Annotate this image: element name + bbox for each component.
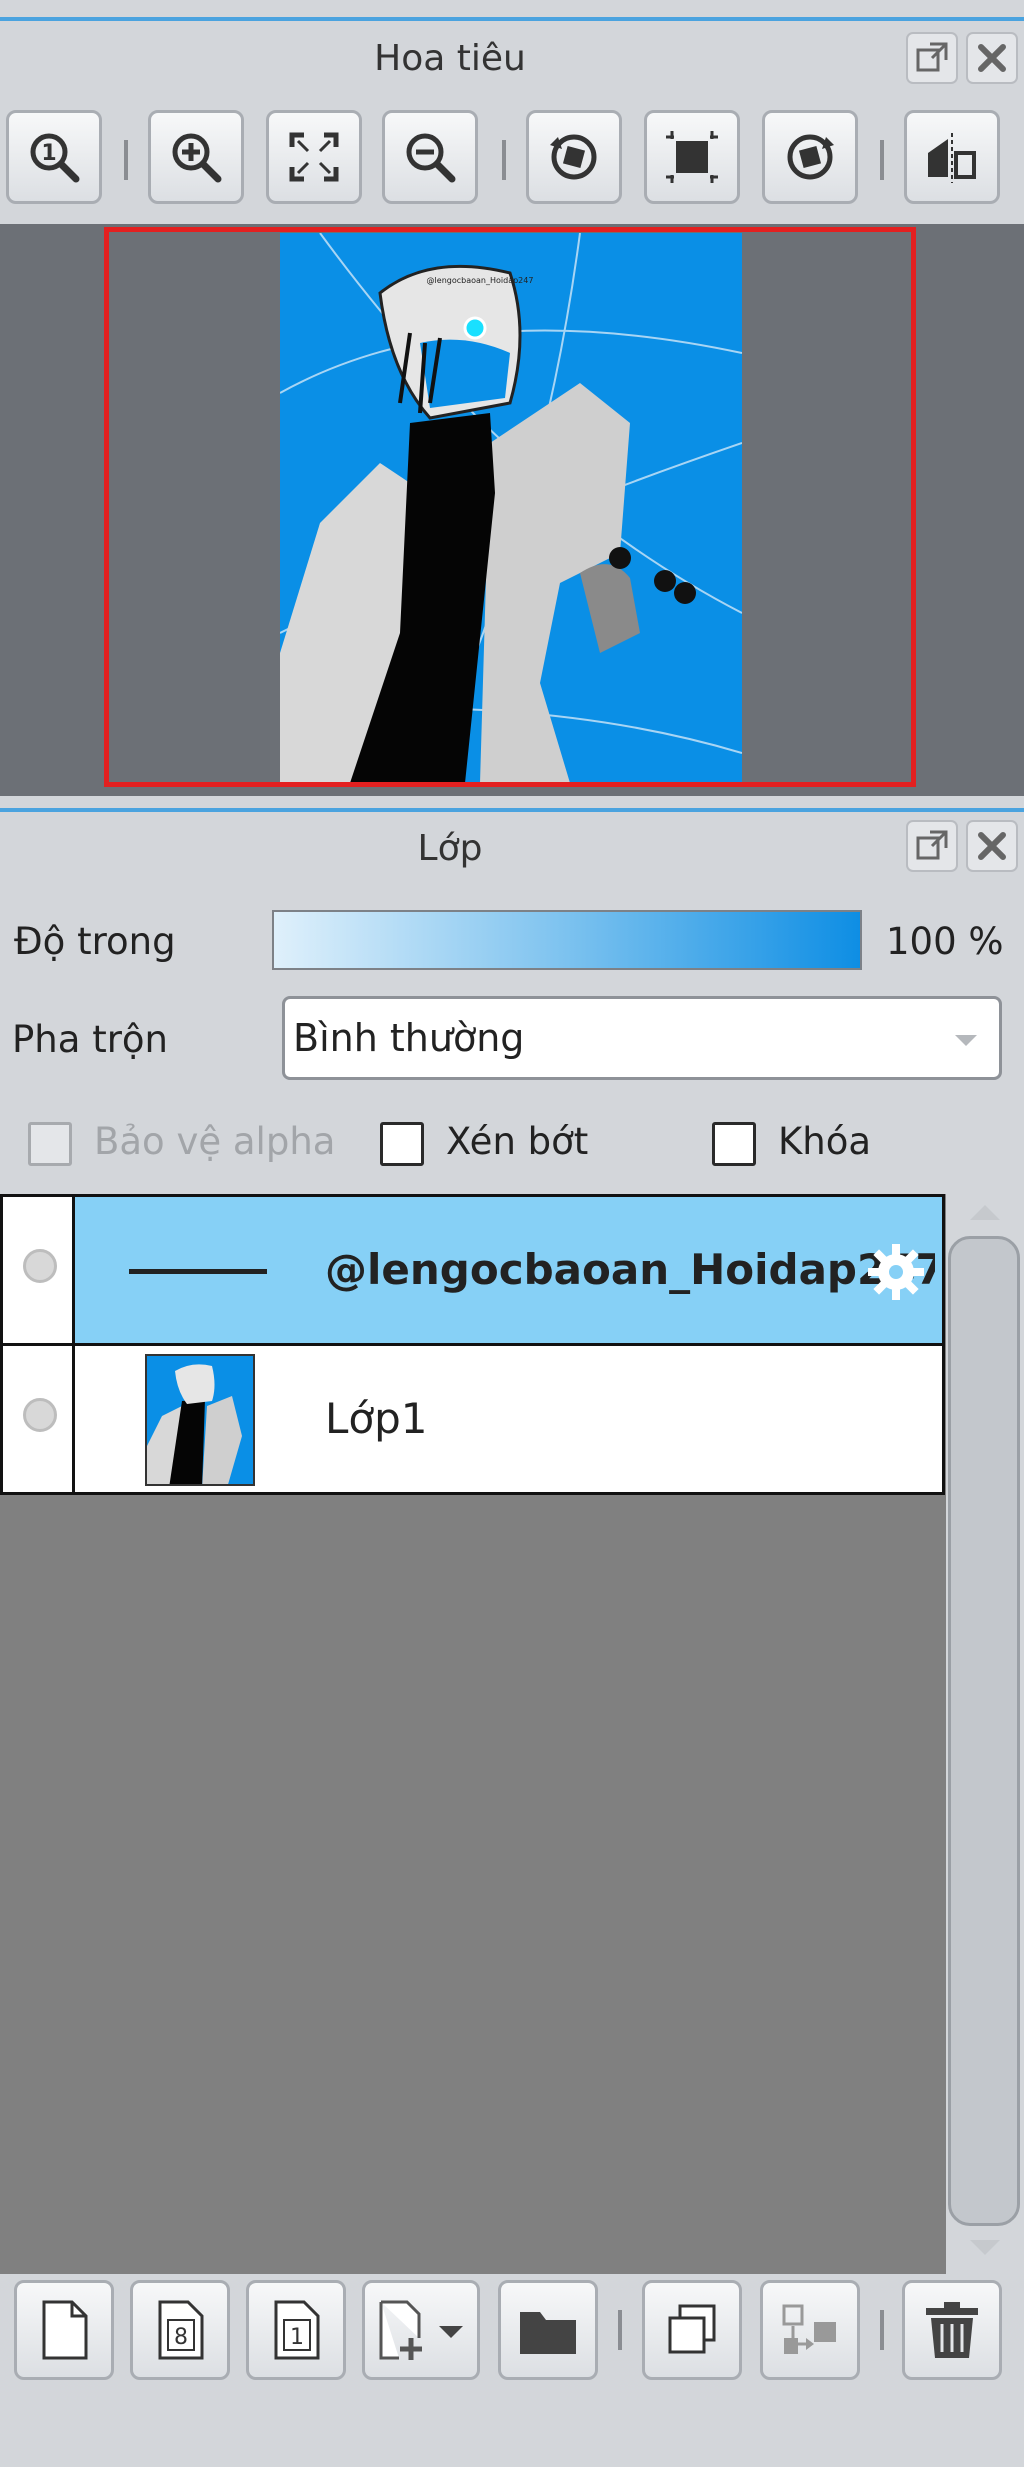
new-folder-icon <box>520 2312 576 2354</box>
layers-undock-button[interactable] <box>906 820 958 872</box>
gear-icon[interactable] <box>865 1241 927 1303</box>
close-icon <box>978 44 1006 72</box>
visibility-toggle-icon[interactable] <box>23 1398 57 1432</box>
toolbar-separator <box>502 140 506 180</box>
undock-icon <box>916 42 948 72</box>
panel-top-border <box>0 808 1024 812</box>
navigator-close-button[interactable] <box>966 32 1018 84</box>
layer-name: Lớp1 <box>325 1394 428 1443</box>
fit-to-window-button[interactable] <box>266 110 362 204</box>
toolbar-separator <box>880 140 884 180</box>
new-1bit-layer-icon: 1 <box>274 2300 320 2360</box>
scroll-up-arrow-icon[interactable] <box>968 1202 1002 1222</box>
chevron-down-icon <box>955 1035 977 1046</box>
panel-top-border <box>0 17 1024 21</box>
clipping-checkbox[interactable] <box>380 1122 424 1166</box>
rotate-left-icon <box>550 134 597 180</box>
undock-icon <box>916 830 948 860</box>
zoom-out-icon <box>406 133 456 183</box>
layers-close-button[interactable] <box>966 820 1018 872</box>
visibility-toggle-icon[interactable] <box>23 1249 57 1283</box>
svg-text:1: 1 <box>41 141 56 166</box>
protect-alpha-label: Bảo vệ alpha <box>94 1120 336 1163</box>
navigator-view-frame[interactable] <box>104 227 916 787</box>
lock-label: Khóa <box>778 1120 872 1163</box>
add-layer-dropdown-icon <box>379 2300 463 2360</box>
toolbar-separator <box>124 140 128 180</box>
new-layer-icon <box>42 2300 88 2360</box>
reset-rotation-button[interactable] <box>644 110 740 204</box>
layer-thumbnail <box>129 1269 267 1274</box>
new-folder-button[interactable] <box>498 2280 598 2380</box>
new-8bit-layer-icon: 8 <box>158 2300 204 2360</box>
opacity-slider[interactable] <box>272 910 862 970</box>
opacity-label: Độ trong <box>14 920 176 963</box>
svg-text:1: 1 <box>290 2325 304 2350</box>
blend-mode-value: Bình thường <box>293 1016 525 1060</box>
duplicate-layer-icon <box>668 2304 716 2354</box>
flip-horizontal-button[interactable] <box>904 110 1000 204</box>
blend-mode-select[interactable]: Bình thường <box>282 996 1002 1080</box>
rotate-right-icon <box>787 134 834 180</box>
reset-rotation-icon <box>666 131 718 183</box>
layer-name: @lengocbaoan_Hoidap247 <box>325 1245 935 1294</box>
duplicate-layer-button[interactable] <box>642 2280 742 2380</box>
layer-row-raster[interactable]: Lớp1 <box>0 1343 945 1495</box>
delete-layer-button[interactable] <box>902 2280 1002 2380</box>
zoom-in-button[interactable] <box>148 110 244 204</box>
zoom-actual-button[interactable]: 1 <box>6 110 102 204</box>
clipping-label: Xén bớt <box>446 1120 589 1163</box>
rotate-left-button[interactable] <box>526 110 622 204</box>
add-layer-dropdown-button[interactable] <box>362 2280 480 2380</box>
visibility-cell[interactable] <box>3 1197 75 1343</box>
toolbar-separator <box>880 2310 884 2350</box>
toolbar-separator <box>618 2310 622 2350</box>
opacity-value: 100 % <box>886 920 1004 963</box>
navigator-undock-button[interactable] <box>906 32 958 84</box>
protect-alpha-checkbox[interactable] <box>28 1122 72 1166</box>
scrollbar-thumb[interactable] <box>948 1236 1020 2226</box>
layer-thumbnail <box>145 1354 255 1486</box>
close-icon <box>978 832 1006 860</box>
layer-row-text[interactable]: @lengocbaoan_Hoidap247 <box>0 1194 945 1346</box>
new-raster-layer-button[interactable] <box>14 2280 114 2380</box>
delete-layer-icon <box>926 2302 978 2358</box>
merge-layer-button[interactable] <box>760 2280 860 2380</box>
fit-to-window-icon <box>289 132 339 182</box>
navigator-title: Hoa tiêu <box>374 38 526 79</box>
scroll-down-arrow-icon[interactable] <box>968 2238 1002 2258</box>
zoom-out-button[interactable] <box>382 110 478 204</box>
svg-text:8: 8 <box>174 2325 188 2350</box>
visibility-cell[interactable] <box>3 1346 75 1492</box>
zoom-in-icon <box>172 133 222 183</box>
new-1bit-layer-button[interactable]: 1 <box>246 2280 346 2380</box>
blend-label: Pha trộn <box>12 1018 169 1061</box>
new-8bit-layer-button[interactable]: 8 <box>130 2280 230 2380</box>
zoom-actual-icon: 1 <box>30 133 80 183</box>
merge-layer-icon <box>782 2304 836 2354</box>
lock-checkbox[interactable] <box>712 1122 756 1166</box>
flip-horizontal-icon <box>928 133 976 183</box>
layers-title: Lớp <box>417 828 483 869</box>
rotate-right-button[interactable] <box>762 110 858 204</box>
